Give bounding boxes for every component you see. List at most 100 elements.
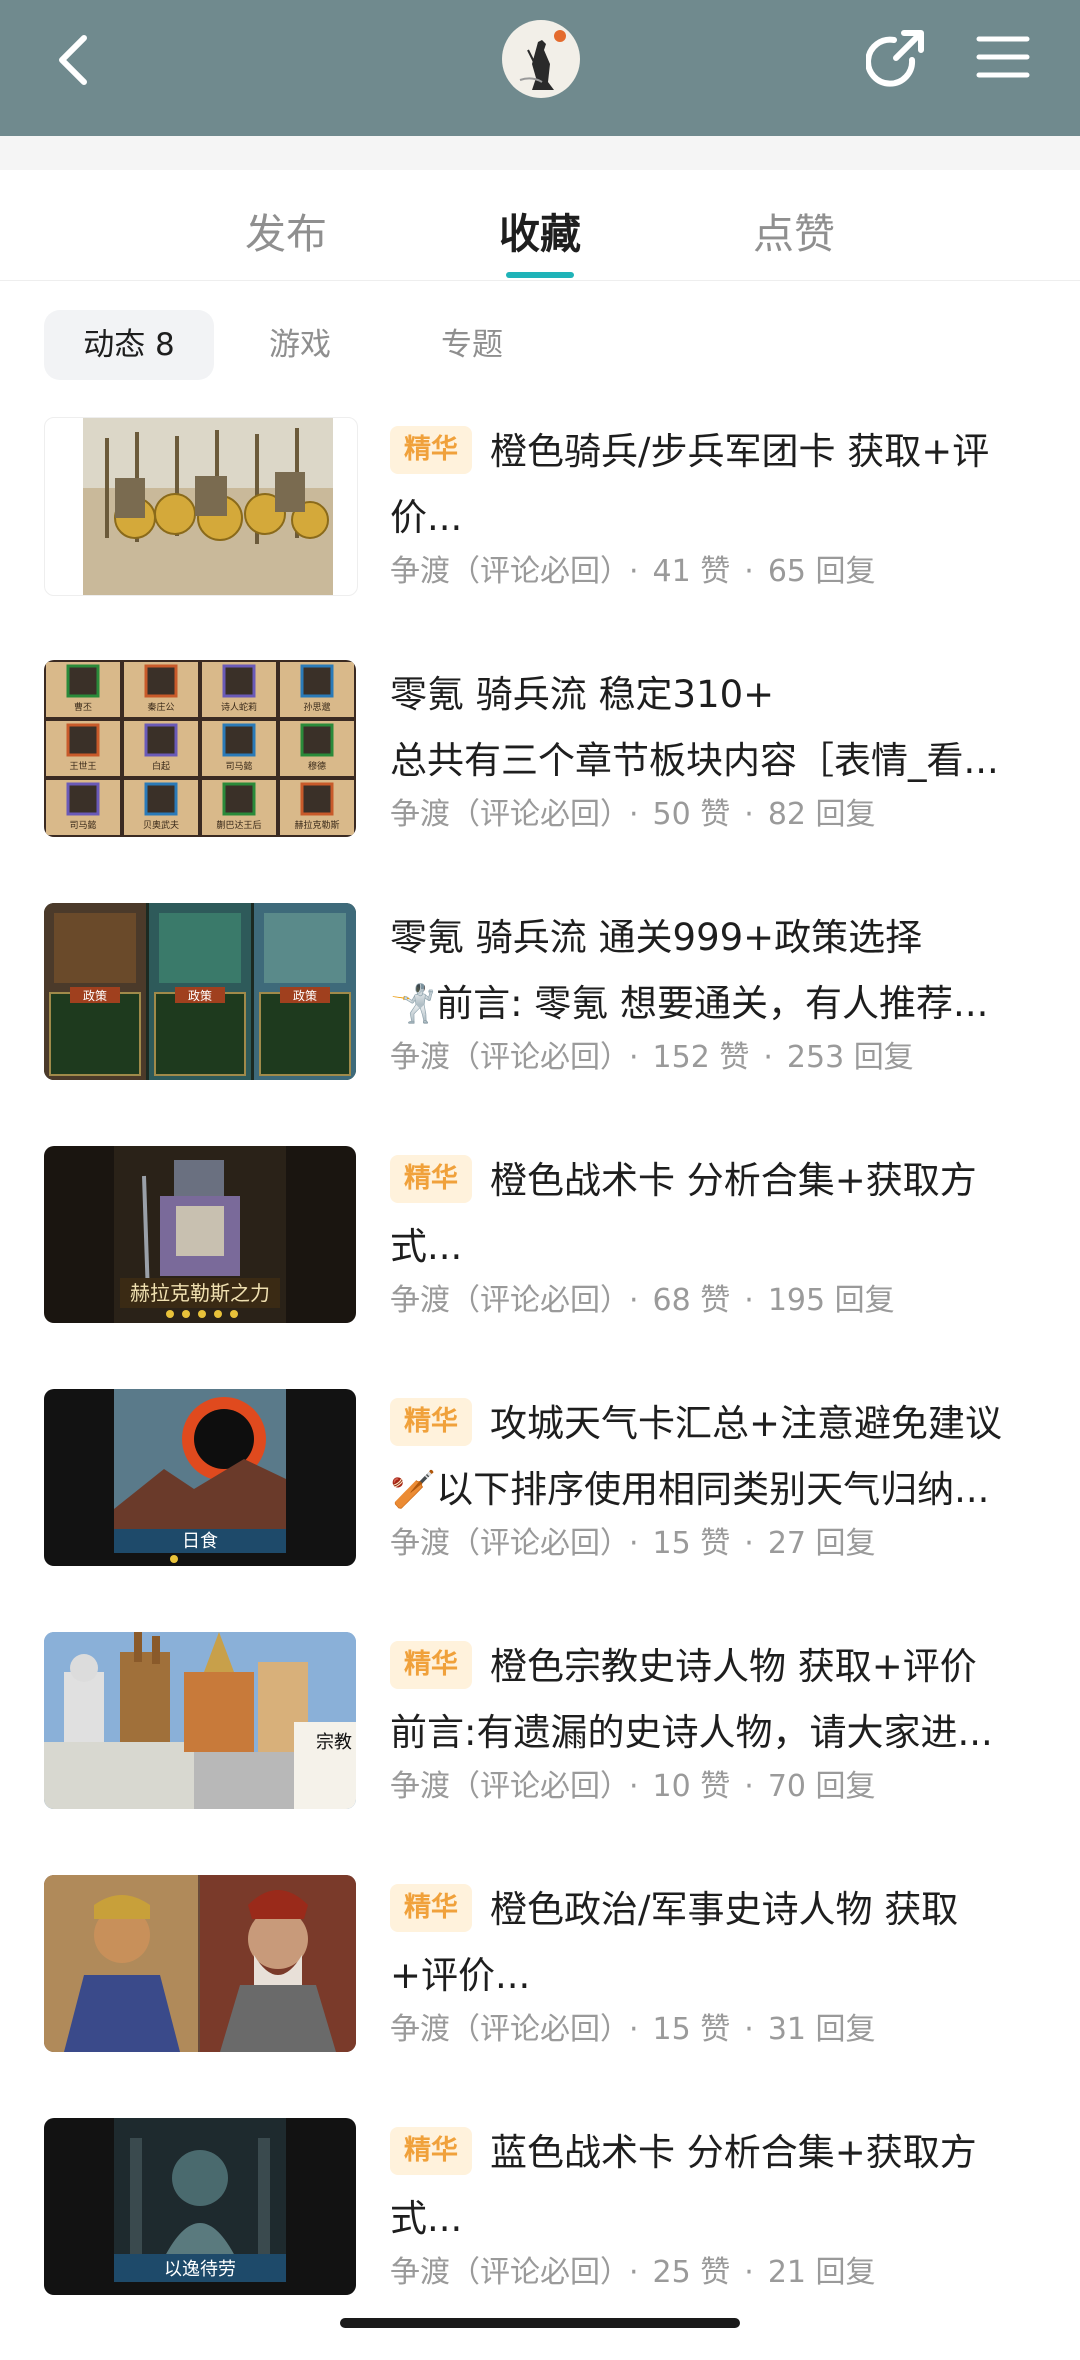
post-author[interactable]: 争渡（评论必回）	[390, 1040, 615, 1075]
reply-count: 27 回复	[767, 1526, 876, 1561]
post-excerpt: 🏏以下排序使用相同类别天气归纳...	[390, 1468, 990, 1511]
post-thumbnail: 宗教	[44, 1632, 356, 1809]
home-indicator	[340, 2318, 740, 2328]
list-item[interactable]: 赫拉克勒斯之力 精华 橙色战术卡 分析合集+获取方 式... 争渡（评论必回） · 6…	[0, 1145, 1080, 1388]
main-tabs: 发布 收藏 点赞	[0, 170, 1080, 281]
subtab-topics[interactable]: 专题	[412, 310, 532, 380]
list-item[interactable]: 精华 橙色骑兵/步兵军团卡 获取+评 价... 争渡（评论必回） · 41 赞 · 65 …	[0, 416, 1080, 659]
post-title: 精华 橙色骑兵/步兵军团卡 获取+评	[390, 422, 1040, 482]
card-caption: 赫拉克勒斯之力	[130, 1281, 270, 1305]
subtab-games[interactable]: 游戏	[240, 310, 360, 380]
list-item[interactable]: 政策 政策 政策 零氪 骑兵流 通关999+政策选择 🤺前言: 零氪 想要通关，…	[0, 902, 1080, 1145]
like-count: 10 赞	[652, 1769, 731, 1804]
hero-name: 贝奥武夫	[143, 819, 179, 831]
hero-card: 孙思邈	[280, 662, 354, 717]
hero-name: 白起	[152, 760, 170, 772]
hero-name: 曹丕	[74, 701, 92, 713]
reply-count: 70 回复	[767, 1769, 876, 1804]
reply-count: 21 回复	[767, 2255, 876, 2290]
post-thumbnail: 曹丕 秦庄公 诗人蛇莉 孙思邈 王世王 白起 司马懿 穆德 司马懿 贝奥武夫 蒯巴达王后 赫拉克勒斯	[44, 660, 356, 837]
hero-name: 司马懿	[225, 760, 252, 772]
hero-name: 诗人蛇莉	[221, 701, 257, 713]
hero-name: 秦庄公	[147, 701, 174, 713]
post-title: 精华 橙色政治/军事史诗人物 获取	[390, 1880, 1040, 1940]
policy-label: 政策	[83, 989, 107, 1003]
featured-badge: 精华	[390, 1640, 472, 1689]
like-count: 50 赞	[652, 797, 731, 832]
like-count: 68 赞	[652, 1283, 731, 1318]
hero-card: 王世王	[46, 721, 120, 776]
hero-name: 孙思邈	[303, 701, 330, 713]
share-icon[interactable]	[866, 26, 928, 88]
tab-likes[interactable]: 点赞	[704, 200, 884, 260]
post-thumbnail	[44, 417, 358, 596]
policy-label: 政策	[293, 989, 317, 1003]
active-tab-indicator	[506, 272, 574, 278]
post-title: 精华 蓝色战术卡 分析合集+获取方	[390, 2123, 1040, 2183]
list-item[interactable]: 精华 橙色政治/军事史诗人物 获取 +评价... 争渡（评论必回） · 15 赞 · 31…	[0, 1874, 1080, 2117]
sub-tabs: 动态 8 游戏 专题	[0, 310, 1080, 386]
avatar[interactable]	[502, 20, 580, 98]
post-title: 精华 橙色宗教史诗人物 获取+评价	[390, 1637, 1040, 1697]
hero-name: 穆德	[308, 760, 326, 772]
subtab-posts[interactable]: 动态 8	[44, 310, 214, 380]
hero-card: 赫拉克勒斯	[280, 780, 354, 835]
like-count: 15 赞	[652, 1526, 731, 1561]
hero-name: 赫拉克勒斯	[294, 819, 339, 831]
post-excerpt: 式...	[390, 2197, 463, 2240]
list-item[interactable]: 宗教 精华 橙色宗教史诗人物 获取+评价 前言:有遗漏的史诗人物，请大家进... …	[0, 1631, 1080, 1874]
hero-card: 司马懿	[46, 780, 120, 835]
top-bar	[0, 0, 1080, 136]
card-caption: 以逸待劳	[164, 2259, 236, 2280]
post-meta: 争渡（评论必回） · 25 赞 · 21 回复	[390, 2255, 876, 2290]
hero-card: 秦庄公	[124, 662, 198, 717]
list-item[interactable]: 日食 精华 攻城天气卡汇总+注意避免建议 🏏以下排序使用相同类别天气归纳... 争…	[0, 1388, 1080, 1631]
post-author[interactable]: 争渡（评论必回）	[390, 554, 615, 589]
like-count: 25 赞	[652, 2255, 731, 2290]
post-meta: 争渡（评论必回） · 152 赞 · 253 回复	[390, 1040, 914, 1075]
reply-count: 31 回复	[767, 2012, 876, 2047]
hero-card: 穆德	[280, 721, 354, 776]
post-author[interactable]: 争渡（评论必回）	[390, 1283, 615, 1318]
card-caption: 宗教	[316, 1732, 352, 1753]
post-excerpt: 🤺前言: 零氪 想要通关，有人推荐...	[390, 982, 989, 1025]
like-count: 41 赞	[652, 554, 731, 589]
policy-label: 政策	[188, 989, 212, 1003]
post-thumbnail	[44, 1875, 356, 2052]
post-title: 零氪 骑兵流 通关999+政策选择	[390, 916, 923, 959]
post-author[interactable]: 争渡（评论必回）	[390, 797, 615, 832]
back-icon[interactable]	[50, 30, 100, 90]
post-author[interactable]: 争渡（评论必回）	[390, 1769, 615, 1804]
featured-badge: 精华	[390, 1397, 472, 1446]
post-excerpt: +评价...	[390, 1954, 531, 1997]
post-title: 精华 橙色战术卡 分析合集+获取方	[390, 1151, 1040, 1211]
post-author[interactable]: 争渡（评论必回）	[390, 2255, 615, 2290]
post-meta: 争渡（评论必回） · 50 赞 · 82 回复	[390, 797, 876, 832]
menu-icon[interactable]	[976, 34, 1030, 80]
list-item[interactable]: 曹丕 秦庄公 诗人蛇莉 孙思邈 王世王 白起 司马懿 穆德 司马懿 贝奥武夫 蒯巴达王后 赫拉克勒斯 …	[0, 659, 1080, 902]
hero-card: 蒯巴达王后	[202, 780, 276, 835]
hero-card: 诗人蛇莉	[202, 662, 276, 717]
hero-name: 蒯巴达王后	[216, 819, 261, 831]
post-excerpt: 价...	[390, 496, 463, 539]
post-author[interactable]: 争渡（评论必回）	[390, 2012, 615, 2047]
featured-badge: 精华	[390, 425, 472, 474]
post-excerpt: 总共有三个章节板块内容［表情_看...	[390, 739, 999, 782]
post-meta: 争渡（评论必回） · 68 赞 · 195 回复	[390, 1283, 895, 1318]
tab-favorites[interactable]: 收藏	[450, 200, 630, 260]
post-meta: 争渡（评论必回） · 10 赞 · 70 回复	[390, 1769, 876, 1804]
hero-name: 王世王	[69, 760, 96, 772]
tab-publish[interactable]: 发布	[196, 200, 376, 260]
post-author[interactable]: 争渡（评论必回）	[390, 1526, 615, 1561]
reply-count: 253 回复	[786, 1040, 914, 1075]
reply-count: 82 回复	[767, 797, 876, 832]
like-count: 15 赞	[652, 2012, 731, 2047]
reply-count: 65 回复	[767, 554, 876, 589]
like-count: 152 赞	[652, 1040, 750, 1075]
hero-card: 白起	[124, 721, 198, 776]
featured-badge: 精华	[390, 1154, 472, 1203]
post-meta: 争渡（评论必回） · 15 赞 · 31 回复	[390, 2012, 876, 2047]
post-thumbnail: 以逸待劳	[44, 2118, 356, 2295]
featured-badge: 精华	[390, 1883, 472, 1932]
post-title: 零氪 骑兵流 稳定310+	[390, 673, 775, 716]
